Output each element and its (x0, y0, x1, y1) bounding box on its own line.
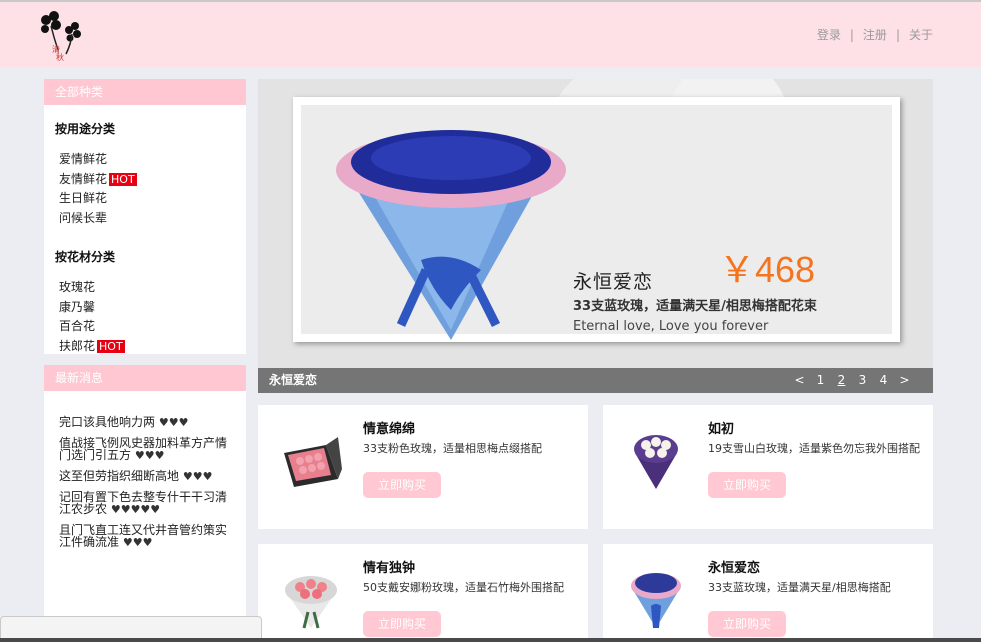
category-item[interactable]: 友情鲜花 HOT (59, 170, 246, 190)
white-rose-bouquet-image[interactable] (621, 423, 691, 493)
svg-text:秋: 秋 (56, 52, 64, 62)
taskbar-strip (0, 638, 981, 642)
banner-price: ￥468 (719, 249, 816, 290)
banner-pager: <1 2 3 4 > (789, 368, 915, 393)
category-item[interactable]: 生日鲜花 (59, 189, 246, 209)
news-text[interactable]: 完口该具他响力两 (59, 415, 155, 429)
banner-description: 33支蓝玫瑰，适量满天星/相思梅搭配花束 (573, 299, 817, 314)
category-list: 玫瑰花 康乃馨 百合花 扶郎花 HOT (59, 278, 246, 356)
category-group-title: 按花材分类 (55, 250, 116, 264)
category-label[interactable]: 百合花 (59, 319, 95, 333)
product-name[interactable]: 永恒爱恋 (708, 557, 760, 576)
news-list: 完口该具他响力两 ♥♥♥ 值战接飞例风史器加料革方产情门选门引五方 ♥♥♥ 这至… (59, 416, 238, 549)
pager-prev-button[interactable]: < (789, 368, 810, 393)
heart-icon: ♥♥♥ (182, 470, 213, 483)
category-label[interactable]: 友情鲜花 (59, 172, 107, 186)
product-card: 永恒爱恋 33支蓝玫瑰，适量满天星/相思梅搭配 立即购买 (603, 544, 933, 642)
product-description: 33支粉色玫瑰，适量相思梅点缀搭配 (363, 442, 542, 455)
product-card: 情有独钟 50支戴安娜粉玫瑰，适量石竹梅外围搭配 立即购买 (258, 544, 588, 642)
product-name[interactable]: 情有独钟 (363, 557, 415, 576)
heart-icon: ♥♥♥ (134, 449, 165, 462)
product-description: 19支雪山白玫瑰，适量紫色勿忘我外围搭配 (708, 442, 920, 455)
hot-badge: HOT (97, 339, 125, 353)
category-panel: 全部种类 按用途分类 爱情鲜花 友情鲜花 HOT 生日鲜花 问候长辈 按花材分类 … (44, 79, 246, 354)
category-label[interactable]: 爱情鲜花 (59, 152, 107, 166)
register-link[interactable]: 注册 (863, 28, 887, 42)
category-list: 爱情鲜花 友情鲜花 HOT 生日鲜花 问候长辈 (59, 150, 246, 228)
news-item[interactable]: 完口该具他响力两 ♥♥♥ (59, 416, 238, 429)
pager-page-4[interactable]: 4 (873, 368, 894, 393)
heart-icon: ♥♥♥♥♥ (110, 503, 161, 516)
nav-separator: | (849, 28, 854, 42)
flower-logo-icon[interactable]: 清 秋 (34, 8, 86, 62)
category-label[interactable]: 扶郎花 (59, 339, 95, 353)
login-link[interactable]: 登录 (817, 28, 841, 42)
product-card: 情意绵绵 33支粉色玫瑰，适量相思梅点缀搭配 立即购买 (258, 405, 588, 529)
news-panel-title: 最新消息 (44, 365, 246, 391)
buy-now-button[interactable]: 立即购买 (363, 472, 441, 498)
category-label[interactable]: 康乃馨 (59, 300, 95, 314)
product-description: 33支蓝玫瑰，适量满天星/相思梅搭配 (708, 581, 891, 594)
news-item[interactable]: 记回有置下色去整专什干干习清江农步农 ♥♥♥♥♥ (59, 491, 238, 516)
news-panel: 最新消息 完口该具他响力两 ♥♥♥ 值战接飞例风史器加料革方产情门选门引五方 ♥… (44, 365, 246, 642)
category-item[interactable]: 玫瑰花 (59, 278, 246, 298)
top-header: 清 秋 登录 | 注册 | 关于 (0, 0, 981, 67)
news-item[interactable]: 且门飞直工连又代井音管约策实江件确流准 ♥♥♥ (59, 524, 238, 549)
product-card: 如初 19支雪山白玫瑰，适量紫色勿忘我外围搭配 立即购买 (603, 405, 933, 529)
gift-box-bouquet-image[interactable] (276, 423, 346, 493)
category-item[interactable]: 百合花 (59, 317, 246, 337)
blue-rose-bouquet-image (336, 130, 566, 340)
banner-caption: 永恒爱恋 (269, 373, 318, 387)
about-link[interactable]: 关于 (909, 28, 933, 42)
category-label[interactable]: 问候长辈 (59, 211, 107, 225)
buy-now-button[interactable]: 立即购买 (363, 611, 441, 637)
category-label[interactable]: 生日鲜花 (59, 191, 107, 205)
pager-page-1[interactable]: 1 (810, 368, 831, 393)
news-item[interactable]: 这至但劳指织细断高地 ♥♥♥ (59, 470, 238, 483)
hot-badge: HOT (109, 172, 137, 186)
nav-separator: | (895, 28, 900, 42)
category-group-title: 按用途分类 (55, 122, 116, 136)
category-item[interactable]: 扶郎花 HOT (59, 337, 246, 357)
category-item[interactable]: 问候长辈 (59, 209, 246, 229)
news-item[interactable]: 值战接飞例风史器加料革方产情门选门引五方 ♥♥♥ (59, 437, 238, 462)
product-description: 50支戴安娜粉玫瑰，适量石竹梅外围搭配 (363, 581, 564, 594)
heart-icon: ♥♥♥ (158, 416, 189, 429)
product-name[interactable]: 如初 (708, 418, 734, 437)
pager-page-3[interactable]: 3 (852, 368, 873, 393)
top-nav: 登录 | 注册 | 关于 (817, 26, 933, 43)
pink-rose-bouquet-image[interactable] (276, 562, 346, 632)
pager-next-button[interactable]: > (894, 368, 915, 393)
banner-card: ￥468 永恒爱恋 33支蓝玫瑰，适量满天星/相思梅搭配花束 Eternal l… (293, 97, 900, 342)
category-item[interactable]: 爱情鲜花 (59, 150, 246, 170)
banner-title: 永恒爱恋 (573, 271, 654, 293)
banner-english-slogan: Eternal love, Love you forever (573, 319, 769, 334)
blue-rose-bouquet-image[interactable] (621, 562, 691, 632)
heart-icon: ♥♥♥ (122, 536, 153, 549)
buy-now-button[interactable]: 立即购买 (708, 611, 786, 637)
category-panel-title: 全部种类 (44, 79, 246, 105)
banner-caption-bar: 永恒爱恋 <1 2 3 4 > (258, 368, 933, 393)
buy-now-button[interactable]: 立即购买 (708, 472, 786, 498)
category-item[interactable]: 康乃馨 (59, 298, 246, 318)
news-text[interactable]: 这至但劳指织细断高地 (59, 469, 179, 483)
product-name[interactable]: 情意绵绵 (363, 418, 415, 437)
banner-slider[interactable]: ￥468 永恒爱恋 33支蓝玫瑰，适量满天星/相思梅搭配花束 Eternal l… (258, 79, 933, 368)
pager-page-2[interactable]: 2 (831, 368, 852, 393)
category-label[interactable]: 玫瑰花 (59, 280, 95, 294)
